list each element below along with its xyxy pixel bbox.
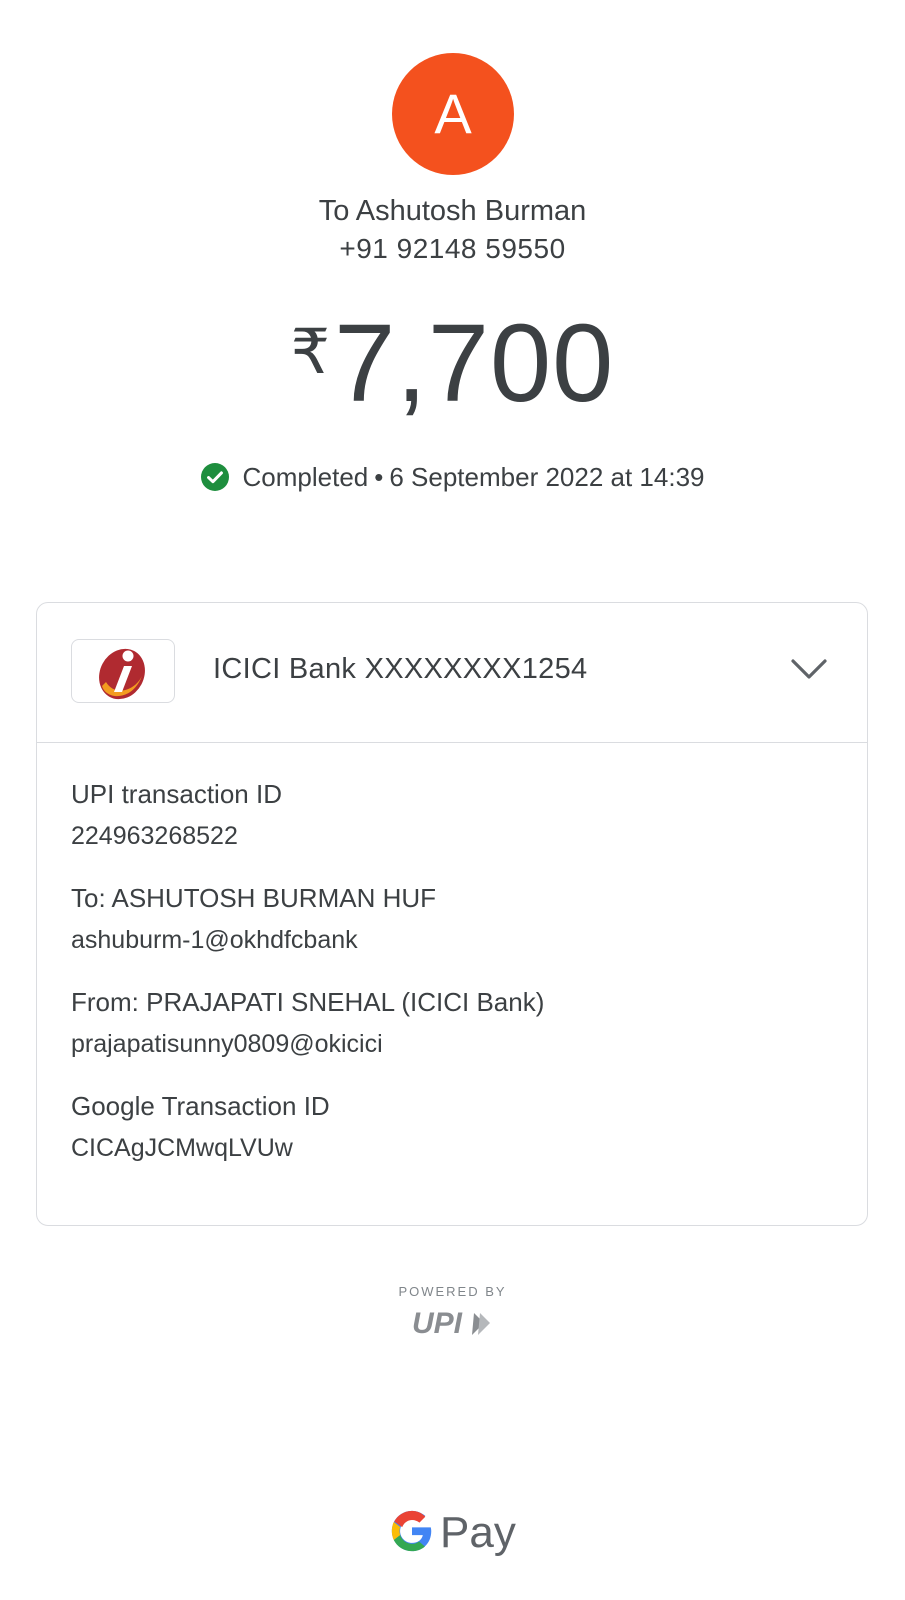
chevron-down-icon[interactable] [789,655,829,683]
payment-status: Completed • 6 September 2022 at 14:39 [0,462,905,493]
bank-account-row[interactable]: ICICI Bank XXXXXXXX1254 [37,603,867,743]
detail-value[interactable]: 224963268522 [71,820,544,852]
status-text: Completed [242,462,369,492]
pay-text: Pay [440,1508,516,1557]
payee-avatar: A [392,53,514,175]
detail-value[interactable]: CICAgJCMwqLVUw [71,1132,544,1164]
payee-phone: +91 92148 59550 [339,233,566,264]
google-pay-logo: Pay [390,1508,516,1562]
detail-value[interactable]: prajapatisunny0809@okicici [71,1028,544,1060]
detail-upi-transaction-id: UPI transaction ID 224963268522 [71,778,544,852]
upi-logo-icon: UPI [412,1307,490,1340]
detail-google-transaction-id: Google Transaction ID CICAgJCMwqLVUw [71,1090,544,1164]
detail-from: From: PRAJAPATI SNEHAL (ICICI Bank) praj… [71,986,544,1060]
currency-symbol: ₹ [290,318,331,387]
detail-label: To: ASHUTOSH BURMAN HUF [71,883,437,913]
google-g-icon [391,1510,432,1552]
detail-label: From: PRAJAPATI SNEHAL (ICICI Bank) [71,987,545,1017]
transaction-details: UPI transaction ID 224963268522 To: ASHU… [71,778,544,1194]
detail-label: Google Transaction ID [71,1091,330,1121]
check-circle-icon [200,463,229,491]
detail-to: To: ASHUTOSH BURMAN HUF ashuburm-1@okhdf… [71,882,544,956]
amount-value: 7,700 [334,302,615,425]
bank-account-label: ICICI Bank XXXXXXXX1254 [213,653,588,685]
powered-by-label: POWERED BY [398,1284,507,1299]
detail-label: UPI transaction ID [71,779,282,809]
payment-amount: ₹7,700 [0,300,905,427]
status-separator: • [374,462,384,492]
upi-logo-text: UPI [412,1307,463,1340]
payee-name: To Ashutosh Burman [318,195,587,227]
transaction-details-card: ICICI Bank XXXXXXXX1254 UPI transaction … [36,602,868,1226]
icici-bank-logo-icon [71,639,175,703]
payment-datetime: 6 September 2022 at 14:39 [389,462,705,492]
detail-value[interactable]: ashuburm-1@okhdfcbank [71,924,544,956]
